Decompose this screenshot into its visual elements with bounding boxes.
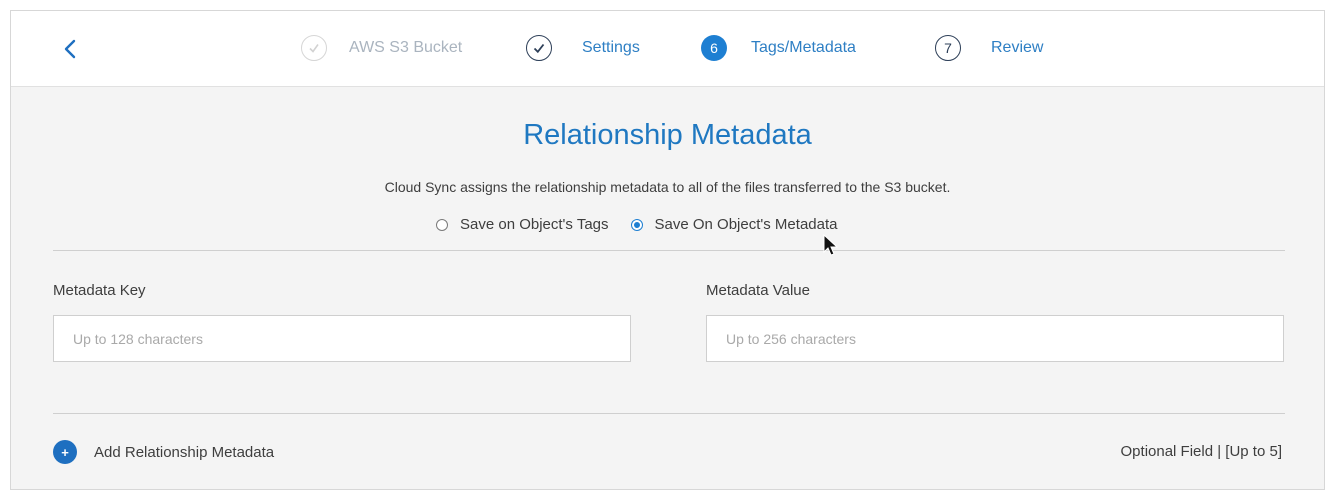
- step-label: AWS S3 Bucket: [349, 39, 463, 56]
- radio-save-on-tags[interactable]: Save on Object's Tags: [436, 216, 609, 233]
- optional-field-note: Optional Field | [Up to 5]: [1120, 443, 1282, 460]
- step-label: Settings: [582, 39, 640, 56]
- metadata-key-label: Metadata Key: [53, 282, 146, 299]
- radio-button[interactable]: [630, 218, 643, 231]
- step-label: Review: [991, 39, 1044, 56]
- check-icon: [301, 35, 327, 61]
- mouse-pointer-icon: [823, 234, 839, 256]
- chevron-left-icon: [64, 39, 76, 59]
- check-icon: [526, 35, 552, 61]
- divider: [53, 413, 1285, 414]
- add-button-label: Add Relationship Metadata: [94, 443, 275, 461]
- metadata-key-input[interactable]: [53, 315, 631, 362]
- wizard-header: AWS S3 Bucket Settings 6 Tags/Metadata 7…: [11, 11, 1324, 87]
- step-number: 7: [935, 35, 961, 61]
- radio-label: Save on Object's Tags: [460, 216, 609, 233]
- step-tags-metadata[interactable]: 6 Tags/Metadata: [701, 33, 856, 63]
- plus-icon: +: [53, 440, 77, 464]
- radio-label: Save On Object's Metadata: [654, 216, 838, 233]
- metadata-location-radio-group: Save on Object's Tags Save On Object's M…: [436, 216, 837, 233]
- step-review[interactable]: 7 Review: [935, 33, 1043, 63]
- metadata-value-input[interactable]: [706, 315, 1284, 362]
- add-relationship-metadata-button[interactable]: + Add Relationship Metadata: [53, 440, 274, 464]
- page-title: Relationship Metadata: [523, 119, 812, 151]
- radio-button[interactable]: [436, 218, 448, 231]
- wizard-panel: AWS S3 Bucket Settings 6 Tags/Metadata 7…: [10, 10, 1325, 490]
- step-label: Tags/Metadata: [751, 39, 856, 56]
- page-description: Cloud Sync assigns the relationship meta…: [384, 179, 951, 195]
- divider: [53, 250, 1285, 251]
- metadata-value-label: Metadata Value: [706, 282, 810, 299]
- back-button[interactable]: [61, 37, 81, 61]
- radio-save-on-metadata[interactable]: Save On Object's Metadata: [630, 216, 838, 233]
- step-number: 6: [701, 35, 727, 61]
- step-settings[interactable]: Settings: [526, 33, 640, 63]
- step-aws-s3-bucket[interactable]: AWS S3 Bucket: [301, 33, 462, 63]
